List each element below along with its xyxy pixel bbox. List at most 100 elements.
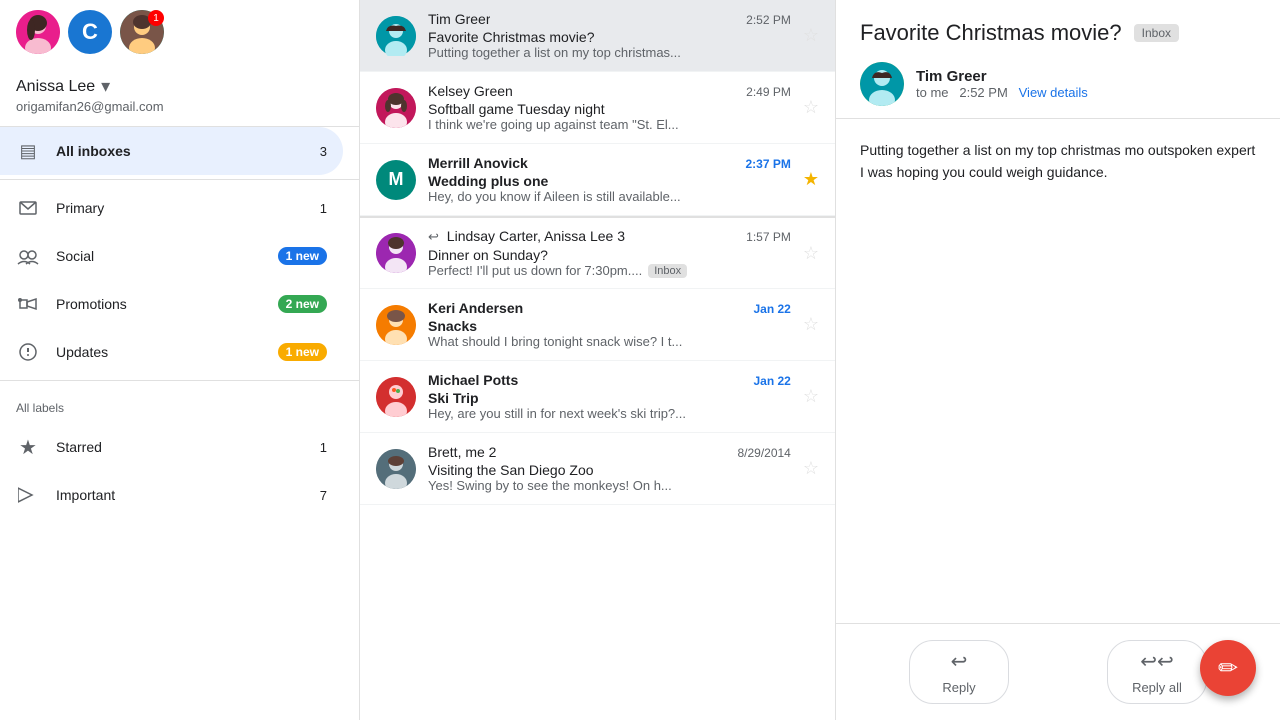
- updates-label: Updates: [56, 344, 262, 360]
- dropdown-arrow-icon: ▾: [101, 76, 110, 97]
- email-body: Putting together a list on my top christ…: [836, 119, 1280, 623]
- email-snippet-kelsey-green: I think we're going up against team "St.…: [428, 117, 791, 132]
- avatar-c[interactable]: C: [68, 10, 112, 54]
- sidebar-item-all-inboxes[interactable]: ▤ All inboxes 3: [0, 127, 343, 175]
- email-time-brett: 8/29/2014: [737, 446, 790, 460]
- email-body-text: Putting together a list on my top christ…: [860, 139, 1256, 184]
- email-item-michael-potts[interactable]: Michael Potts Jan 22 Ski Trip Hey, are y…: [360, 361, 835, 433]
- compose-fab[interactable]: ✏: [1200, 640, 1256, 696]
- email-header-lindsay-carter: ↩ Lindsay Carter, Anissa Lee 3 1:57 PM: [428, 228, 791, 245]
- all-inboxes-icon: ▤: [16, 139, 40, 163]
- email-snippet-michael-potts: Hey, are you still in for next week's sk…: [428, 406, 791, 421]
- email-snippet-brett: Yes! Swing by to see the monkeys! On h..…: [428, 478, 791, 493]
- promotions-badge: 2 new: [278, 295, 327, 313]
- nav-divider-1: [0, 179, 359, 180]
- promotions-label: Promotions: [56, 296, 262, 312]
- sidebar-item-primary[interactable]: Primary 1: [0, 184, 343, 232]
- email-content-keri-andersen: Keri Andersen Jan 22 Snacks What should …: [428, 300, 791, 349]
- avatar-third-wrapper[interactable]: 1: [120, 10, 164, 54]
- email-subject-kelsey-green: Softball game Tuesday night: [428, 101, 791, 117]
- primary-count: 1: [320, 201, 327, 216]
- sender-name-kelsey-green: Kelsey Green: [428, 83, 513, 99]
- star-btn-lindsay-carter[interactable]: ☆: [803, 243, 819, 264]
- updates-badge: 1 new: [278, 343, 327, 361]
- sender-row: Tim Greer to me 2:52 PM View details: [860, 62, 1256, 106]
- avatar-michael-potts: [376, 377, 416, 417]
- reply-all-label: Reply all: [1132, 680, 1182, 695]
- reply-icon: ↩: [951, 649, 968, 674]
- sender-name-tim-greer: Tim Greer: [428, 11, 490, 27]
- email-item-kelsey-green[interactable]: Kelsey Green 2:49 PM Softball game Tuesd…: [360, 72, 835, 144]
- email-header-keri-andersen: Keri Andersen Jan 22: [428, 300, 791, 316]
- sidebar-item-promotions[interactable]: Promotions 2 new: [0, 280, 343, 328]
- all-inboxes-count: 3: [320, 144, 327, 159]
- sender-full-name: Tim Greer: [916, 68, 1088, 85]
- reply-all-icon: ↩↩: [1140, 649, 1174, 674]
- email-snippet-lindsay-carter: Perfect! I'll put us down for 7:30pm....…: [428, 263, 791, 278]
- avatar-anissa-wrapper[interactable]: [16, 10, 60, 54]
- email-item-lindsay-carter[interactable]: ↩ Lindsay Carter, Anissa Lee 3 1:57 PM D…: [360, 216, 835, 289]
- user-name-row[interactable]: Anissa Lee ▾: [16, 76, 343, 97]
- reply-all-button[interactable]: ↩↩ Reply all: [1107, 640, 1207, 704]
- email-item-brett[interactable]: Brett, me 2 8/29/2014 Visiting the San D…: [360, 433, 835, 505]
- email-content-merrill-anovick: Merrill Anovick 2:37 PM Wedding plus one…: [428, 155, 791, 204]
- user-name-text: Anissa Lee: [16, 78, 95, 96]
- sidebar: C 1 Anissa Lee ▾ origamifan26@gmail.com …: [0, 0, 360, 720]
- notification-badge: 1: [148, 10, 164, 26]
- reading-subject: Favorite Christmas movie?: [860, 20, 1122, 46]
- star-btn-kelsey-green[interactable]: ☆: [803, 97, 819, 118]
- email-header-merrill-anovick: Merrill Anovick 2:37 PM: [428, 155, 791, 171]
- star-btn-keri-andersen[interactable]: ☆: [803, 314, 819, 335]
- email-content-tim-greer: Tim Greer 2:52 PM Favorite Christmas mov…: [428, 11, 791, 60]
- email-subject-merrill-anovick: Wedding plus one: [428, 173, 791, 189]
- email-content-brett: Brett, me 2 8/29/2014 Visiting the San D…: [428, 444, 791, 493]
- email-time-kelsey-green: 2:49 PM: [746, 85, 791, 99]
- reply-button[interactable]: ↩ Reply: [909, 640, 1009, 704]
- sender-avatar-tim: [860, 62, 904, 106]
- reading-pane: Favorite Christmas movie? Inbox Tim Gree…: [836, 0, 1280, 720]
- important-icon: [16, 483, 40, 507]
- avatar-tim-greer: [376, 16, 416, 56]
- all-inboxes-label: All inboxes: [56, 143, 304, 159]
- email-content-lindsay-carter: ↩ Lindsay Carter, Anissa Lee 3 1:57 PM D…: [428, 228, 791, 278]
- email-list: Tim Greer 2:52 PM Favorite Christmas mov…: [360, 0, 836, 720]
- email-time-lindsay-carter: 1:57 PM: [746, 230, 791, 244]
- sidebar-item-social[interactable]: Social 1 new: [0, 232, 343, 280]
- star-btn-tim-greer[interactable]: ☆: [803, 25, 819, 46]
- anissa-avatar-img: [16, 10, 60, 54]
- email-snippet-keri-andersen: What should I bring tonight snack wise? …: [428, 334, 791, 349]
- sender-name-brett: Brett, me 2: [428, 444, 496, 460]
- avatar-brett: [376, 449, 416, 489]
- email-item-merrill-anovick[interactable]: M Merrill Anovick 2:37 PM Wedding plus o…: [360, 144, 835, 216]
- user-info: Anissa Lee ▾ origamifan26@gmail.com: [0, 64, 359, 127]
- reading-inbox-label: Inbox: [1134, 24, 1179, 42]
- sender-info: Tim Greer to me 2:52 PM View details: [916, 68, 1088, 100]
- email-time-michael-potts: Jan 22: [754, 374, 791, 388]
- star-btn-michael-potts[interactable]: ☆: [803, 386, 819, 407]
- avatar-anissa: [16, 10, 60, 54]
- avatar-merrill-anovick: M: [376, 160, 416, 200]
- sidebar-item-important[interactable]: Important 7: [0, 471, 343, 519]
- sender-name-merrill-anovick: Merrill Anovick: [428, 155, 528, 171]
- inbox-tag-lindsay-carter: Inbox: [648, 264, 687, 278]
- reply-icon: ↩: [428, 229, 439, 244]
- view-details-link[interactable]: View details: [1019, 85, 1088, 100]
- star-btn-brett[interactable]: ☆: [803, 458, 819, 479]
- starred-count: 1: [320, 440, 327, 455]
- email-subject-lindsay-carter: Dinner on Sunday?: [428, 247, 791, 263]
- star-btn-merrill-anovick[interactable]: ★: [803, 169, 819, 190]
- email-subject-keri-andersen: Snacks: [428, 318, 791, 334]
- primary-label: Primary: [56, 200, 304, 216]
- email-content-michael-potts: Michael Potts Jan 22 Ski Trip Hey, are y…: [428, 372, 791, 421]
- email-item-tim-greer[interactable]: Tim Greer 2:52 PM Favorite Christmas mov…: [360, 0, 835, 72]
- starred-label: Starred: [56, 439, 304, 455]
- sidebar-item-updates[interactable]: Updates 1 new: [0, 328, 343, 376]
- email-header-brett: Brett, me 2 8/29/2014: [428, 444, 791, 460]
- sender-name-michael-potts: Michael Potts: [428, 372, 518, 388]
- email-header-tim-greer: Tim Greer 2:52 PM: [428, 11, 791, 27]
- reading-header: Favorite Christmas movie? Inbox Tim Gree…: [836, 0, 1280, 119]
- email-subject-tim-greer: Favorite Christmas movie?: [428, 29, 791, 45]
- email-item-keri-andersen[interactable]: Keri Andersen Jan 22 Snacks What should …: [360, 289, 835, 361]
- sidebar-item-starred[interactable]: ★ Starred 1: [0, 423, 343, 471]
- email-header-kelsey-green: Kelsey Green 2:49 PM: [428, 83, 791, 99]
